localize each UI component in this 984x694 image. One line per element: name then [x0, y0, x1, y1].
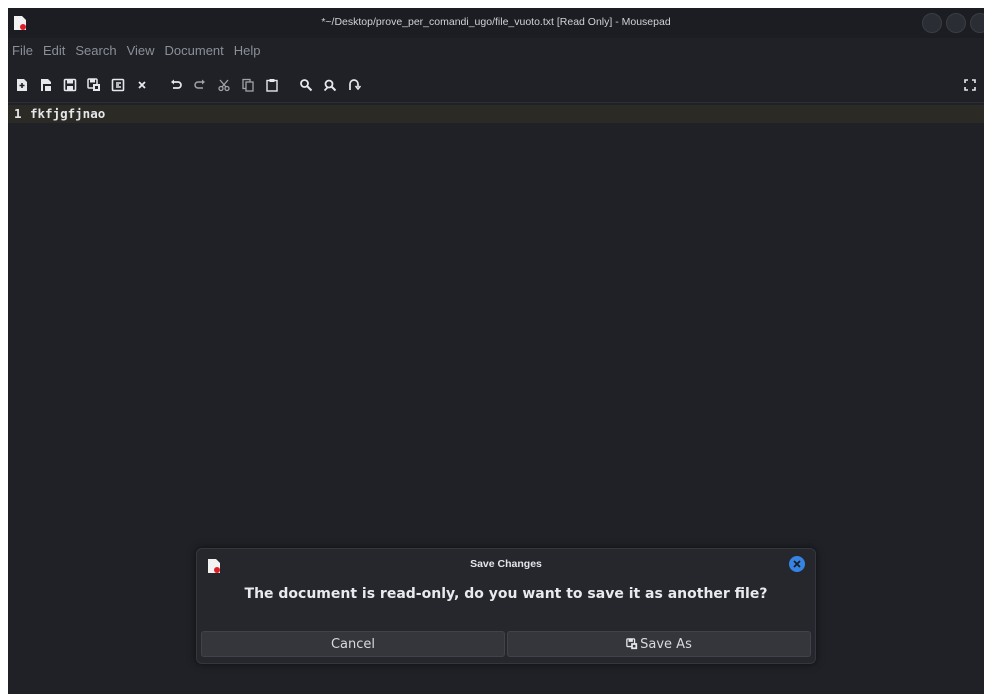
menu-help[interactable]: Help: [229, 38, 266, 64]
window-controls: [922, 13, 984, 33]
save-icon: [63, 78, 77, 92]
line-text[interactable]: fkfjgfjnao: [30, 106, 105, 121]
close-window-button[interactable]: [970, 13, 984, 33]
open-button[interactable]: [36, 75, 56, 95]
fullscreen-icon: [964, 79, 976, 91]
menu-edit[interactable]: Edit: [38, 38, 70, 64]
find-replace-icon: [323, 79, 337, 92]
copy-button[interactable]: [238, 75, 258, 95]
undo-button[interactable]: [166, 75, 186, 95]
copy-icon: [242, 78, 254, 92]
dialog-message: The document is read-only, do you want t…: [244, 586, 768, 602]
reload-icon: [111, 78, 125, 92]
redo-icon: [194, 79, 205, 89]
save-button[interactable]: [60, 75, 80, 95]
close-icon: [793, 560, 801, 568]
line-number: 1: [14, 106, 22, 121]
save-changes-dialog: Save Changes The document is read-only, …: [196, 548, 816, 664]
paste-icon: [266, 79, 278, 92]
go-to-icon: [349, 79, 361, 91]
new-document-button[interactable]: [12, 75, 32, 95]
cancel-button[interactable]: Cancel: [201, 631, 505, 657]
redo-button[interactable]: [190, 75, 210, 95]
find-button[interactable]: [296, 75, 316, 95]
menu-document[interactable]: Document: [160, 38, 229, 64]
close-tab-button[interactable]: [132, 75, 152, 95]
save-as-icon: [626, 638, 638, 650]
save-as-label: Save As: [640, 636, 692, 652]
open-icon: [41, 79, 51, 91]
paste-button[interactable]: [262, 75, 282, 95]
save-as-icon: [87, 78, 100, 91]
cut-button[interactable]: [214, 75, 234, 95]
menu-search[interactable]: Search: [70, 38, 121, 64]
dialog-title: Save Changes: [470, 558, 542, 570]
reload-button[interactable]: [108, 75, 128, 95]
go-to-button[interactable]: [344, 75, 364, 95]
mousepad-window: *~/Desktop/prove_per_comandi_ugo/file_vu…: [8, 8, 984, 694]
fullscreen-button[interactable]: [960, 75, 980, 95]
cut-icon: [218, 79, 230, 92]
save-as-button[interactable]: [84, 75, 104, 95]
toolbar: [8, 68, 984, 103]
save-as-dialog-button[interactable]: Save As: [507, 631, 811, 657]
close-tab-icon: [138, 81, 146, 89]
dialog-close-button[interactable]: [789, 556, 805, 572]
window-title: *~/Desktop/prove_per_comandi_ugo/file_vu…: [321, 16, 671, 28]
menu-file[interactable]: File: [8, 38, 38, 64]
undo-icon: [171, 79, 182, 89]
find-replace-button[interactable]: [320, 75, 340, 95]
menu-view[interactable]: View: [122, 38, 160, 64]
cancel-label: Cancel: [330, 636, 376, 652]
current-line[interactable]: 1 fkfjgfjnao: [8, 105, 984, 123]
minimize-button[interactable]: [922, 13, 942, 33]
title-bar[interactable]: *~/Desktop/prove_per_comandi_ugo/file_vu…: [8, 8, 984, 38]
find-icon: [300, 79, 313, 92]
new-document-icon: [17, 79, 27, 91]
maximize-button[interactable]: [946, 13, 966, 33]
menu-bar: File Edit Search View Document Help: [8, 38, 984, 64]
dialog-buttons: Cancel Save As: [201, 631, 811, 657]
